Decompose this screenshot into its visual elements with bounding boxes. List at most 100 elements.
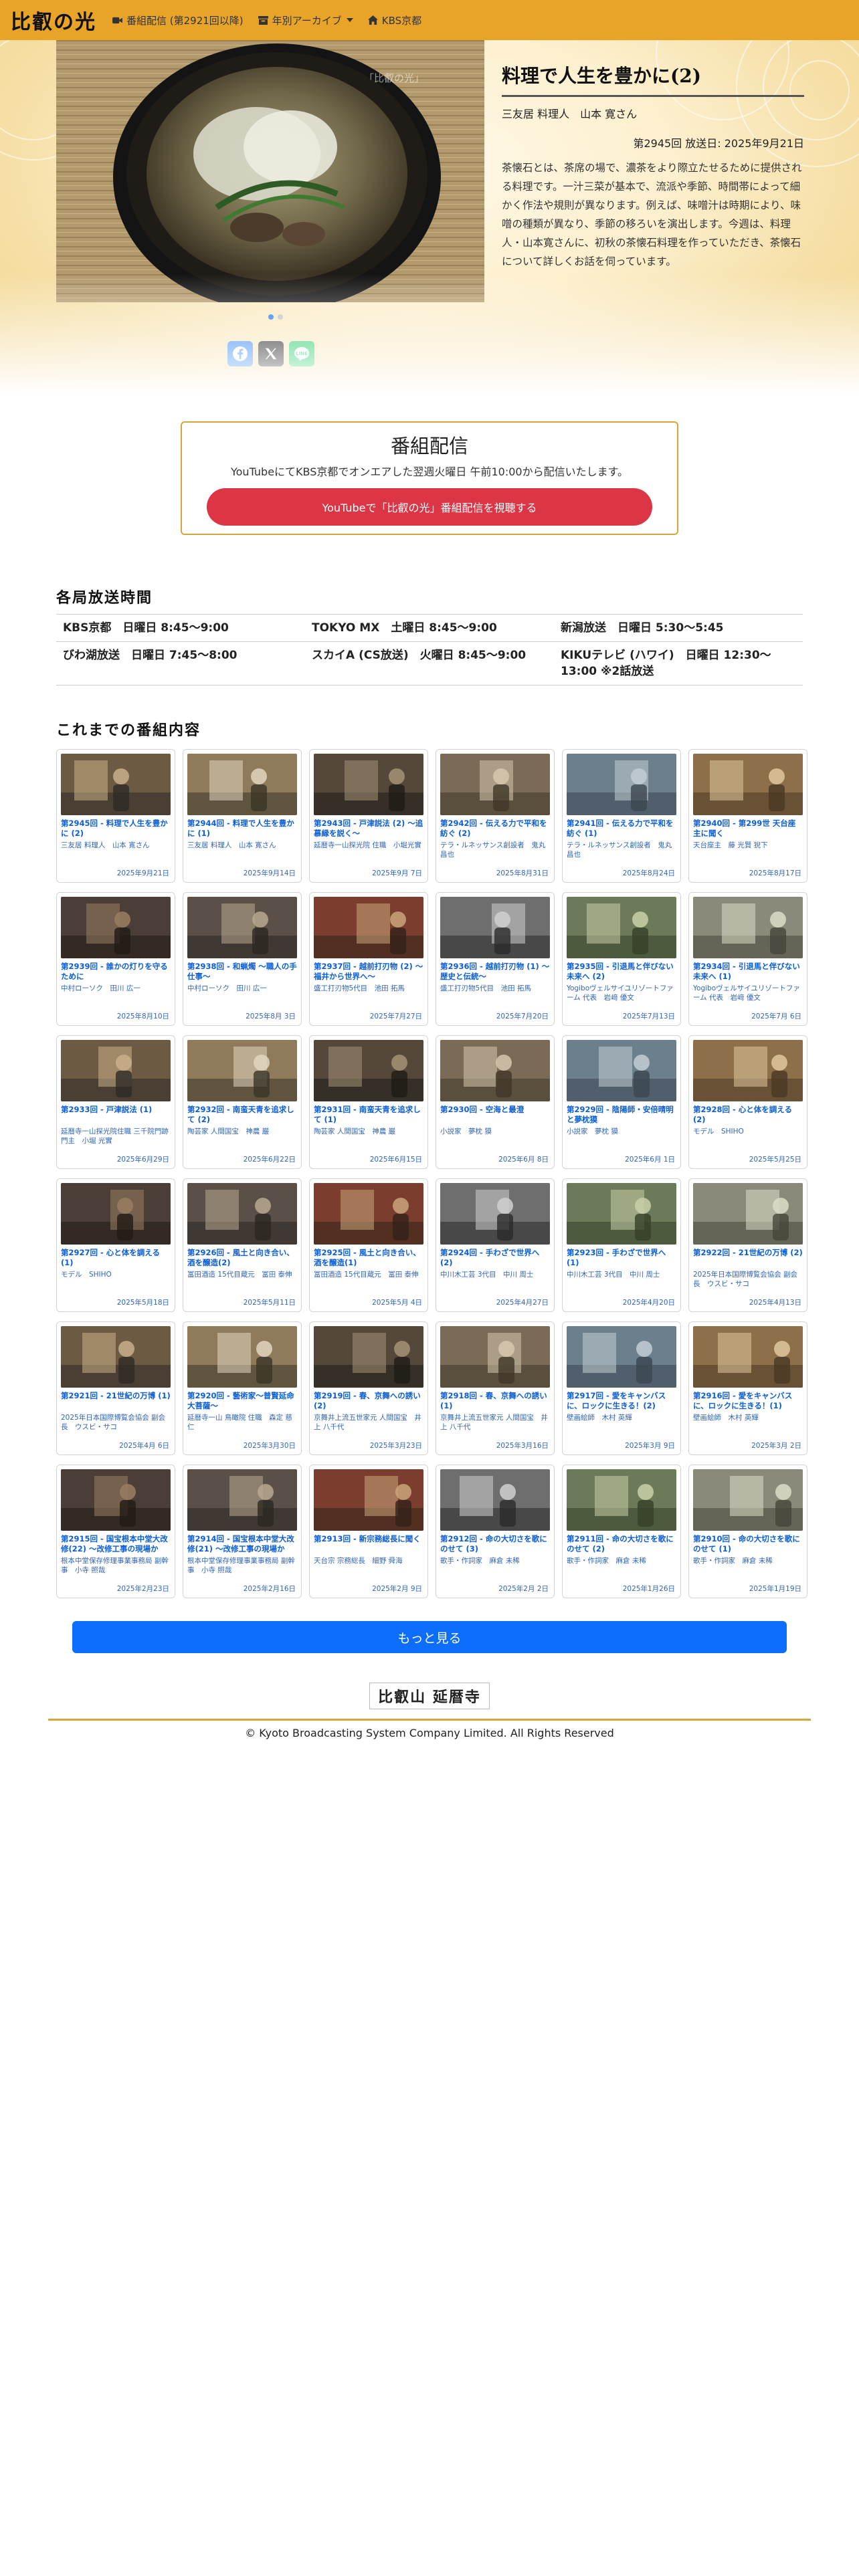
episode-card[interactable]: 第2933回 - 戸津説法 (1) 延暦寺一山探光院住職 三千院門跡門主 小堀 光… [56,1035,175,1169]
episode-thumbnail[interactable] [567,754,676,815]
episode-title[interactable]: 第2930回 - 空海と最澄 [440,1105,550,1125]
episode-card[interactable]: 第2912回 - 命の大切さを歌にのせて (3) 歌手・作詞家 麻倉 未稀 2025… [436,1465,555,1598]
episode-thumbnail[interactable] [440,1469,550,1531]
episode-title[interactable]: 第2931回 - 南蛮天青を追求して (1) [314,1105,423,1125]
episode-title[interactable]: 第2919回 - 春、京舞への誘い(2) [314,1391,423,1411]
episode-card[interactable]: 第2935回 - 引退馬と伴びない未来へ (2) Yogiboヴェルサイユリゾート… [562,892,681,1026]
episode-title[interactable]: 第2922回 - 21世紀の万博 (2) [693,1248,803,1268]
episode-card[interactable]: 第2932回 - 南蛮天青を追求して (2) 陶芸家 人間国宝 神農 巌 2025年… [183,1035,302,1169]
episode-card[interactable]: 第2911回 - 命の大切さを歌にのせて (2) 歌手・作詞家 麻倉 未稀 2025… [562,1465,681,1598]
episode-title[interactable]: 第2929回 - 陰陽師・安倍晴明と夢枕獏 [567,1105,676,1125]
episode-title[interactable]: 第2913回 - 新宗務総長に聞く [314,1534,423,1554]
episode-title[interactable]: 第2941回 - 伝える力で平和を紡ぐ (1) [567,819,676,839]
episode-title[interactable]: 第2945回 - 料理で人生を豊かに (2) [61,819,171,839]
episode-thumbnail[interactable] [693,897,803,958]
episode-thumbnail[interactable] [693,1183,803,1245]
episode-thumbnail[interactable] [314,754,423,815]
episode-card[interactable]: 第2927回 - 心と体を調える (1) モデル SHIHO 2025年5月18日 [56,1178,175,1312]
episode-thumbnail[interactable] [314,1183,423,1245]
episode-title[interactable]: 第2912回 - 命の大切さを歌にのせて (3) [440,1534,550,1554]
episode-card[interactable]: 第2925回 - 風土と向き合い、酒を醸造(1) 冨田酒造 15代目蔵元 冨田 泰… [309,1178,428,1312]
episode-thumbnail[interactable] [187,1183,297,1245]
episode-thumbnail[interactable] [314,1326,423,1388]
episode-card[interactable]: 第2926回 - 風土と向き合い、酒を醸造(2) 冨田酒造 15代目蔵元 冨田 泰… [183,1178,302,1312]
episode-title[interactable]: 第2940回 - 第299世 天台座主に聞く [693,819,803,839]
episode-thumbnail[interactable] [693,1469,803,1531]
episode-thumbnail[interactable] [61,1469,171,1531]
nav-item-kbs[interactable]: KBS京都 [367,13,421,27]
youtube-watch-button[interactable]: YouTubeで「比叡の光」番組配信を視聴する [207,488,652,526]
enryakuji-logo[interactable]: 比叡山 延暦寺 [369,1683,490,1709]
episode-card[interactable]: 第2929回 - 陰陽師・安倍晴明と夢枕獏 小説家 夢枕 獏 2025年6月 1日 [562,1035,681,1169]
episode-title[interactable]: 第2910回 - 命の大切さを歌にのせて (1) [693,1534,803,1554]
episode-title[interactable]: 第2923回 - 手わざで世界へ(1) [567,1248,676,1268]
episode-title[interactable]: 第2927回 - 心と体を調える (1) [61,1248,171,1268]
episode-thumbnail[interactable] [440,1183,550,1245]
episode-thumbnail[interactable] [693,1326,803,1388]
episode-card[interactable]: 第2937回 - 越前打刃物 (2) 〜福井から世界へ〜 盛工打刃物5代目 池田 … [309,892,428,1026]
episode-card[interactable]: 第2938回 - 和蝋燭 〜職人の手仕事〜 中村ローソク 田川 広一 2025年8月… [183,892,302,1026]
episode-title[interactable]: 第2944回 - 料理で人生を豊かに (1) [187,819,297,839]
episode-title[interactable]: 第2935回 - 引退馬と伴びない未来へ (2) [567,962,676,982]
episode-title[interactable]: 第2934回 - 引退馬と伴びない未来へ (1) [693,962,803,982]
episode-title[interactable]: 第2933回 - 戸津説法 (1) [61,1105,171,1125]
episode-thumbnail[interactable] [567,1183,676,1245]
episode-title[interactable]: 第2917回 - 愛をキャンバスに、ロックに生きる！(2) [567,1391,676,1411]
episode-card[interactable]: 第2913回 - 新宗務総長に聞く 天台宗 宗務総長 細野 舜海 2025年2月 9… [309,1465,428,1598]
episode-thumbnail[interactable] [440,897,550,958]
episode-title[interactable]: 第2914回 - 国宝根本中堂大改修(21) 〜改修工事の現場から〜 [187,1534,297,1554]
episode-title[interactable]: 第2938回 - 和蝋燭 〜職人の手仕事〜 [187,962,297,982]
episode-card[interactable]: 第2939回 - 誰かの灯りを守るために 中村ローソク 田川 広一 2025年8月1… [56,892,175,1026]
episode-card[interactable]: 第2917回 - 愛をキャンバスに、ロックに生きる！(2) 壁画絵師 木村 英輝 2… [562,1321,681,1455]
episode-title[interactable]: 第2939回 - 誰かの灯りを守るために [61,962,171,982]
episode-thumbnail[interactable] [61,754,171,815]
episode-thumbnail[interactable] [440,1040,550,1101]
episode-thumbnail[interactable] [61,1326,171,1388]
episode-card[interactable]: 第2941回 - 伝える力で平和を紡ぐ (1) テラ・ルネッサンス創設者 鬼丸 昌… [562,749,681,883]
episode-card[interactable]: 第2921回 - 21世紀の万博 (1) 2025年日本国際博覧会協会 副会長 ウ… [56,1321,175,1455]
episode-thumbnail[interactable] [187,1326,297,1388]
episode-card[interactable]: 第2920回 - 藝術家〜普賢延命大菩薩〜 延暦寺一山 鳥瞰院 住職 森定 慈仁 2… [183,1321,302,1455]
episode-card[interactable]: 第2922回 - 21世紀の万博 (2) 2025年日本国際博覧会協会 副会長 ウ… [688,1178,807,1312]
episode-title[interactable]: 第2924回 - 手わざで世界へ(2) [440,1248,550,1268]
episode-thumbnail[interactable] [440,754,550,815]
episode-card[interactable]: 第2934回 - 引退馬と伴びない未来へ (1) Yogiboヴェルサイユリゾート… [688,892,807,1026]
episode-card[interactable]: 第2924回 - 手わざで世界へ(2) 中川木工芸 3代目 中川 周士 2025年4… [436,1178,555,1312]
episode-thumbnail[interactable] [567,1040,676,1101]
episode-thumbnail[interactable] [567,1326,676,1388]
episode-title[interactable]: 第2911回 - 命の大切さを歌にのせて (2) [567,1534,676,1554]
episode-thumbnail[interactable] [567,1469,676,1531]
episode-thumbnail[interactable] [187,897,297,958]
episode-card[interactable]: 第2923回 - 手わざで世界へ(1) 中川木工芸 3代目 中川 周士 2025年4… [562,1178,681,1312]
episode-title[interactable]: 第2928回 - 心と体を調える (2) [693,1105,803,1125]
episode-card[interactable]: 第2916回 - 愛をキャンバスに、ロックに生きる！(1) 壁画絵師 木村 英輝 2… [688,1321,807,1455]
site-logo[interactable]: 比叡の光 [11,5,96,35]
nav-item-streaming[interactable]: 番組配信 (第2921回以降) [112,13,244,27]
episode-title[interactable]: 第2921回 - 21世紀の万博 (1) [61,1391,171,1411]
episode-card[interactable]: 第2944回 - 料理で人生を豊かに (1) 三友居 料理人 山本 寛さん 2025… [183,749,302,883]
episode-title[interactable]: 第2915回 - 国宝根本中堂大改修(22) 〜改修工事の現場から〜 [61,1534,171,1554]
episode-card[interactable]: 第2918回 - 春、京舞への誘い(1) 京舞井上流五世家元 人間国宝 井上 八千… [436,1321,555,1455]
episode-thumbnail[interactable] [693,754,803,815]
episode-thumbnail[interactable] [693,1040,803,1101]
episode-card[interactable]: 第2940回 - 第299世 天台座主に聞く 天台座主 藤 光賢 猊下 2025年8… [688,749,807,883]
episode-card[interactable]: 第2915回 - 国宝根本中堂大改修(22) 〜改修工事の現場から〜根本中堂保存… [56,1465,175,1598]
episode-thumbnail[interactable] [61,1183,171,1245]
episode-thumbnail[interactable] [187,754,297,815]
episode-title[interactable]: 第2916回 - 愛をキャンバスに、ロックに生きる！(1) [693,1391,803,1411]
episode-thumbnail[interactable] [187,1469,297,1531]
episode-card[interactable]: 第2943回 - 戸津説法 (2) 〜追慕縁を説く〜 延暦寺一山探光院 住職 小堀… [309,749,428,883]
episode-card[interactable]: 第2919回 - 春、京舞への誘い(2) 京舞井上流五世家元 人間国宝 井上 八千… [309,1321,428,1455]
episode-title[interactable]: 第2920回 - 藝術家〜普賢延命大菩薩〜 [187,1391,297,1411]
episode-title[interactable]: 第2936回 - 越前打刃物 (1) 〜歴史と伝統〜 [440,962,550,982]
episode-thumbnail[interactable] [187,1040,297,1101]
episode-card[interactable]: 第2942回 - 伝える力で平和を紡ぐ (2) テラ・ルネッサンス創設者 鬼丸 昌… [436,749,555,883]
episode-thumbnail[interactable] [567,897,676,958]
episode-card[interactable]: 第2910回 - 命の大切さを歌にのせて (1) 歌手・作詞家 麻倉 未稀 2025… [688,1465,807,1598]
episode-thumbnail[interactable] [61,897,171,958]
episode-thumbnail[interactable] [440,1326,550,1388]
episode-card[interactable]: 第2936回 - 越前打刃物 (1) 〜歴史と伝統〜 盛工打刃物5代目 池田 拓馬… [436,892,555,1026]
episode-title[interactable]: 第2926回 - 風土と向き合い、酒を醸造(2) [187,1248,297,1268]
hero-image[interactable]: 「比叡の光」 [56,40,484,302]
episode-card[interactable]: 第2945回 - 料理で人生を豊かに (2) 三友居 料理人 山本 寛さん 2025… [56,749,175,883]
